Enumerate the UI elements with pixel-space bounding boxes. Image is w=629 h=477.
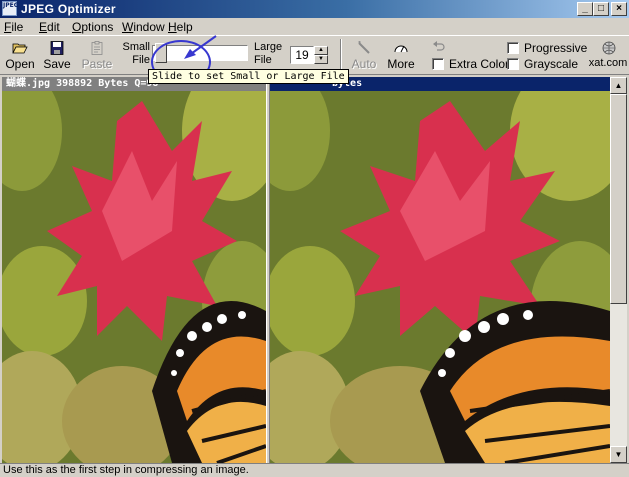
menu-edit[interactable]: Edit xyxy=(39,20,60,34)
menu-window[interactable]: Window xyxy=(122,20,165,34)
paste-label: Paste xyxy=(81,57,113,71)
save-label: Save xyxy=(43,57,71,71)
maximize-button[interactable]: □ xyxy=(593,2,609,16)
scrollbar-thumb[interactable] xyxy=(610,94,627,304)
extra-color-checkbox[interactable]: Extra Color xyxy=(432,57,509,71)
extra-color-box[interactable] xyxy=(432,58,444,70)
menu-help[interactable]: Help xyxy=(168,20,193,34)
vertical-scrollbar[interactable]: ▲ ▼ xyxy=(610,77,627,463)
scroll-up-button[interactable]: ▲ xyxy=(610,77,627,94)
xat-label: xat.com xyxy=(588,57,628,69)
menu-file[interactable]: File xyxy=(4,20,23,34)
globe-icon xyxy=(602,41,616,55)
large-label-line1: Large xyxy=(254,41,283,53)
scroll-down-button[interactable]: ▼ xyxy=(610,446,627,463)
progressive-label: Progressive xyxy=(524,41,588,55)
magic-wand-icon xyxy=(358,41,370,54)
small-label-line2: File xyxy=(132,54,150,66)
save-button[interactable]: Save xyxy=(39,37,75,73)
grayscale-checkbox[interactable]: Grayscale xyxy=(507,57,578,71)
app-icon-text: JPEG xyxy=(3,2,19,9)
small-file-label: Small File xyxy=(122,41,150,67)
floppy-disk-icon xyxy=(50,41,64,55)
arrow-annotation-icon xyxy=(184,35,217,59)
title-bar: JPEG JPEG Optimizer _ □ × xyxy=(0,0,629,18)
open-label: Open xyxy=(5,57,35,71)
window-title: JPEG Optimizer xyxy=(21,2,116,16)
more-button[interactable]: More xyxy=(383,37,419,73)
gauge-icon xyxy=(394,45,408,53)
auto-button[interactable]: Auto xyxy=(346,37,382,73)
optimized-image-view[interactable] xyxy=(270,91,610,463)
grayscale-label: Grayscale xyxy=(524,57,579,71)
quality-input[interactable]: 19 xyxy=(290,46,314,64)
folder-open-icon xyxy=(12,43,28,54)
menu-options[interactable]: Options xyxy=(72,20,113,34)
grayscale-box[interactable] xyxy=(507,58,519,70)
large-label-line2: File xyxy=(254,54,272,66)
small-label-line1: Small xyxy=(122,41,150,53)
progressive-checkbox[interactable]: Progressive xyxy=(507,41,587,55)
toolbar-separator xyxy=(340,39,342,73)
close-button[interactable]: × xyxy=(611,2,627,16)
more-label: More xyxy=(387,57,415,71)
slider-tooltip: Slide to set Small or Large File xyxy=(148,69,349,84)
menu-bar: File Edit Options Window Help xyxy=(0,18,629,36)
original-image-view[interactable] xyxy=(2,91,266,463)
optimized-photo xyxy=(270,91,610,463)
clipboard-icon xyxy=(91,41,103,55)
original-photo xyxy=(2,91,266,463)
open-button[interactable]: Open xyxy=(2,37,38,73)
progressive-box[interactable] xyxy=(507,42,519,54)
xat-logo-button[interactable]: xat.com xyxy=(588,37,628,73)
status-bar: Use this as the first step in compressin… xyxy=(0,463,629,477)
spin-up-button[interactable]: ▲ xyxy=(314,46,328,55)
minimize-button[interactable]: _ xyxy=(577,2,593,16)
spin-down-button[interactable]: ▼ xyxy=(314,55,328,64)
undo-icon[interactable] xyxy=(432,41,446,53)
auto-label: Auto xyxy=(351,57,377,71)
extra-color-label: Extra Color xyxy=(449,57,510,71)
large-file-label: Large File xyxy=(254,41,284,67)
app-icon[interactable]: JPEG xyxy=(2,1,19,16)
paste-button[interactable]: Paste xyxy=(79,37,115,73)
